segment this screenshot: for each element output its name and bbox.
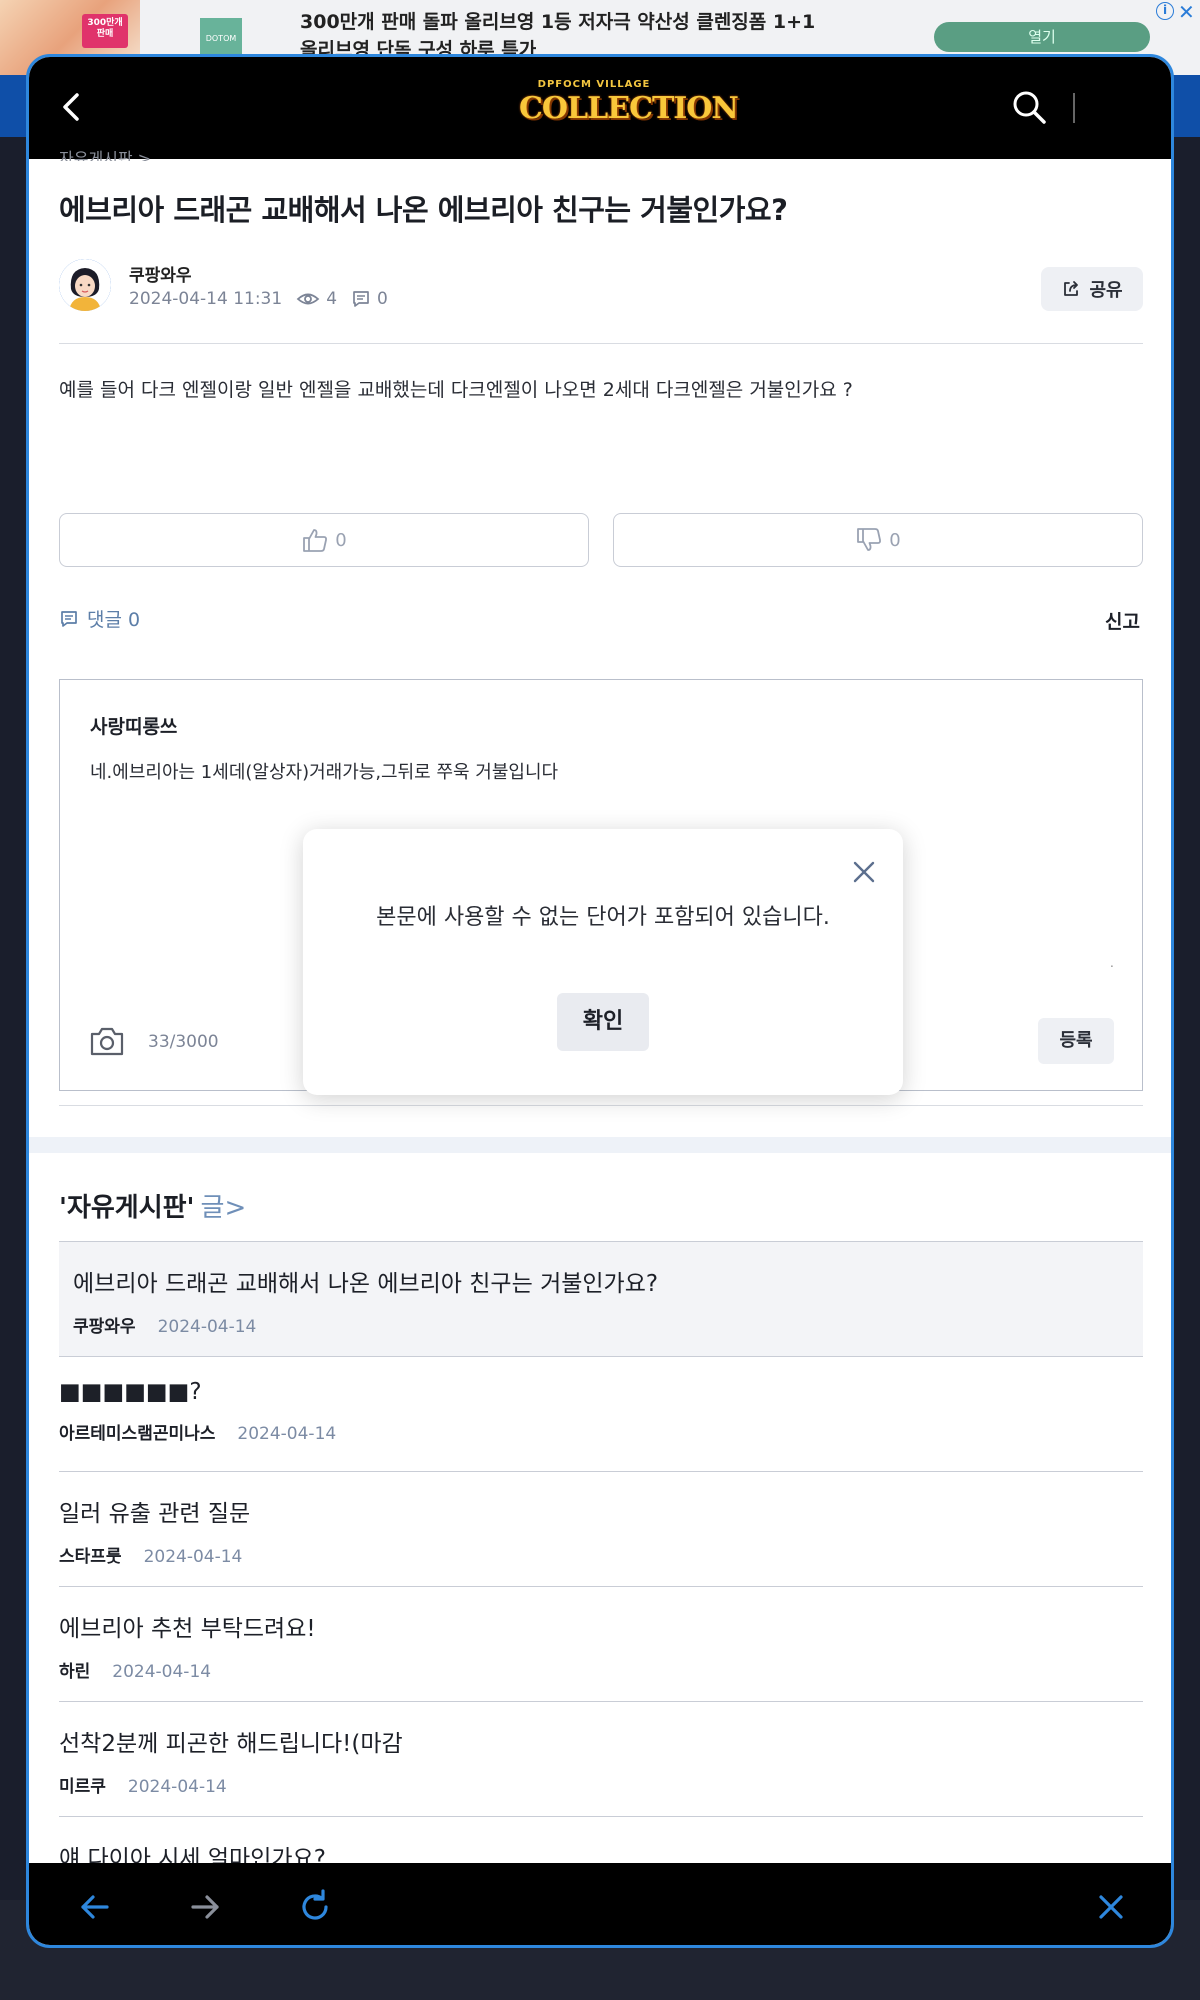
- list-item-author: 미르쿠: [59, 1777, 106, 1797]
- character-counter: 33/3000: [148, 1032, 219, 1052]
- list-item[interactable]: 에브리아 추천 부탁드려요! 하린 2024-04-14: [59, 1586, 1143, 1701]
- reload-icon[interactable]: [295, 1887, 335, 1927]
- forward-arrow-icon[interactable]: [185, 1887, 225, 1927]
- post-date: 2024-04-14 11:31: [129, 289, 283, 309]
- browser-toolbar: [29, 1863, 1171, 1945]
- list-item-title: 에브리아 추천 부탁드려요!: [59, 1616, 316, 1642]
- view-count: 4: [326, 289, 338, 309]
- submit-comment-button[interactable]: 등록: [1038, 1018, 1114, 1064]
- share-icon: [1064, 281, 1079, 296]
- list-item-author: 아르테미스램곤미나스: [59, 1424, 216, 1444]
- camera-icon[interactable]: [88, 1024, 126, 1058]
- list-item-date: 2024-04-14: [143, 1547, 243, 1567]
- back-arrow-icon[interactable]: [75, 1887, 115, 1927]
- dialog-message: 본문에 사용할 수 없는 단어가 포함되어 있습니다.: [376, 905, 830, 930]
- list-item[interactable]: 일러 유출 관련 질문 스타프룻 2024-04-14: [59, 1471, 1143, 1586]
- dislike-count: 0: [889, 529, 901, 551]
- site-logo[interactable]: DPFOCM VILLAGE COLLECTION: [519, 79, 739, 137]
- close-icon[interactable]: [1091, 1887, 1131, 1927]
- author-name[interactable]: 쿠팡와우: [129, 261, 192, 286]
- ad-thumb-badge: 300만개 판매: [82, 14, 128, 48]
- author-avatar[interactable]: [59, 259, 111, 311]
- list-item-author: 스타프룻: [59, 1547, 122, 1567]
- list-item-title: 일러 유출 관련 질문: [59, 1501, 251, 1527]
- confirm-button[interactable]: 확인: [557, 993, 649, 1051]
- board-more-link[interactable]: 글>: [201, 1193, 247, 1223]
- list-item[interactable]: 선착2분께 피곤한 해드립니다!(마감 미르쿠 2024-04-14: [59, 1701, 1143, 1816]
- like-button[interactable]: 0: [59, 513, 589, 567]
- list-item-author: 쿠팡와우: [73, 1317, 136, 1337]
- site-logo-wordmark: COLLECTION: [519, 91, 739, 126]
- close-icon[interactable]: [851, 859, 877, 885]
- board-heading[interactable]: '자유게시판' 글>: [59, 1187, 246, 1224]
- post-body: 예를 들어 다크 엔젤이랑 일반 엔젤을 교배했는데 다크엔젤이 나오면 2세대…: [59, 379, 853, 401]
- site-header: DPFOCM VILLAGE COLLECTION: [29, 57, 1171, 159]
- list-item-date: 2024-04-14: [157, 1317, 257, 1337]
- ad-headline: 300만개 판매 돌파 올리브영 1등 저자극 약산성 클렌징폼 1+1: [300, 11, 816, 33]
- comment-bubble-icon: [61, 610, 77, 627]
- post-meta: 2024-04-14 11:31 4 0: [129, 289, 388, 309]
- board-post-list: 에브리아 드래곤 교배해서 나온 에브리아 친구는 거불인가요? 쿠팡와우 202…: [59, 1241, 1143, 1931]
- dislike-button[interactable]: 0: [613, 513, 1143, 567]
- list-item[interactable]: 에브리아 드래곤 교배해서 나온 에브리아 친구는 거불인가요? 쿠팡와우 202…: [59, 1241, 1143, 1356]
- thumbs-down-icon: [857, 528, 882, 551]
- comments-toggle[interactable]: 댓글 0: [59, 605, 140, 632]
- ad-info-icon[interactable]: i: [1156, 2, 1174, 20]
- list-item-author: 하린: [59, 1662, 91, 1682]
- list-item[interactable]: ■■■■■■? 아르테미스램곤미나스 2024-04-14: [59, 1356, 1143, 1471]
- ad-open-button[interactable]: 열기: [934, 22, 1150, 52]
- section-separator: [29, 1137, 1171, 1153]
- ad-close-icon[interactable]: ✕: [1178, 0, 1195, 24]
- share-label: 공유: [1089, 280, 1123, 301]
- list-item-date: 2024-04-14: [127, 1777, 227, 1797]
- thumbs-up-icon: [303, 529, 328, 552]
- list-item-title: ■■■■■■?: [59, 1379, 202, 1405]
- search-icon[interactable]: [1009, 87, 1049, 127]
- header-divider: [1073, 93, 1075, 123]
- webview-panel: DPFOCM VILLAGE COLLECTION 자유게시판 > 에브리아 드…: [26, 54, 1174, 1948]
- alert-dialog: 본문에 사용할 수 없는 단어가 포함되어 있습니다. 확인: [303, 829, 903, 1095]
- share-button[interactable]: 공유: [1041, 267, 1143, 311]
- list-item-title: 선착2분께 피곤한 해드립니다!(마감: [59, 1731, 403, 1757]
- comment-bubble-icon: [353, 291, 369, 307]
- breadcrumb[interactable]: 자유게시판 >: [59, 145, 151, 161]
- report-button[interactable]: 신고: [1105, 607, 1140, 634]
- resize-dot: .: [1110, 956, 1114, 970]
- site-logo-tagline: DPFOCM VILLAGE: [537, 79, 651, 90]
- views-eye-icon: [296, 293, 320, 305]
- avatar-illustration: [59, 259, 111, 311]
- back-chevron-icon[interactable]: [57, 89, 87, 125]
- divider: [59, 1105, 1143, 1106]
- board-name: '자유게시판': [59, 1193, 195, 1223]
- list-item-date: 2024-04-14: [237, 1424, 337, 1444]
- list-item-title: 에브리아 드래곤 교배해서 나온 에브리아 친구는 거불인가요?: [73, 1271, 659, 1297]
- comment-textarea[interactable]: 네.에브리아는 1세데(알상자)거래가능,그뒤로 쭈욱 거불입니다: [90, 758, 558, 784]
- like-count: 0: [335, 529, 347, 551]
- comment-count-label: 댓글 0: [87, 609, 141, 631]
- divider: [59, 343, 1143, 344]
- commenter-name: 사랑띠롱쓰: [90, 716, 178, 738]
- list-item-date: 2024-04-14: [112, 1662, 212, 1682]
- comment-count-meta: 0: [377, 289, 388, 309]
- post-title: 에브리아 드래곤 교배해서 나온 에브리아 친구는 거불인가요?: [59, 193, 788, 227]
